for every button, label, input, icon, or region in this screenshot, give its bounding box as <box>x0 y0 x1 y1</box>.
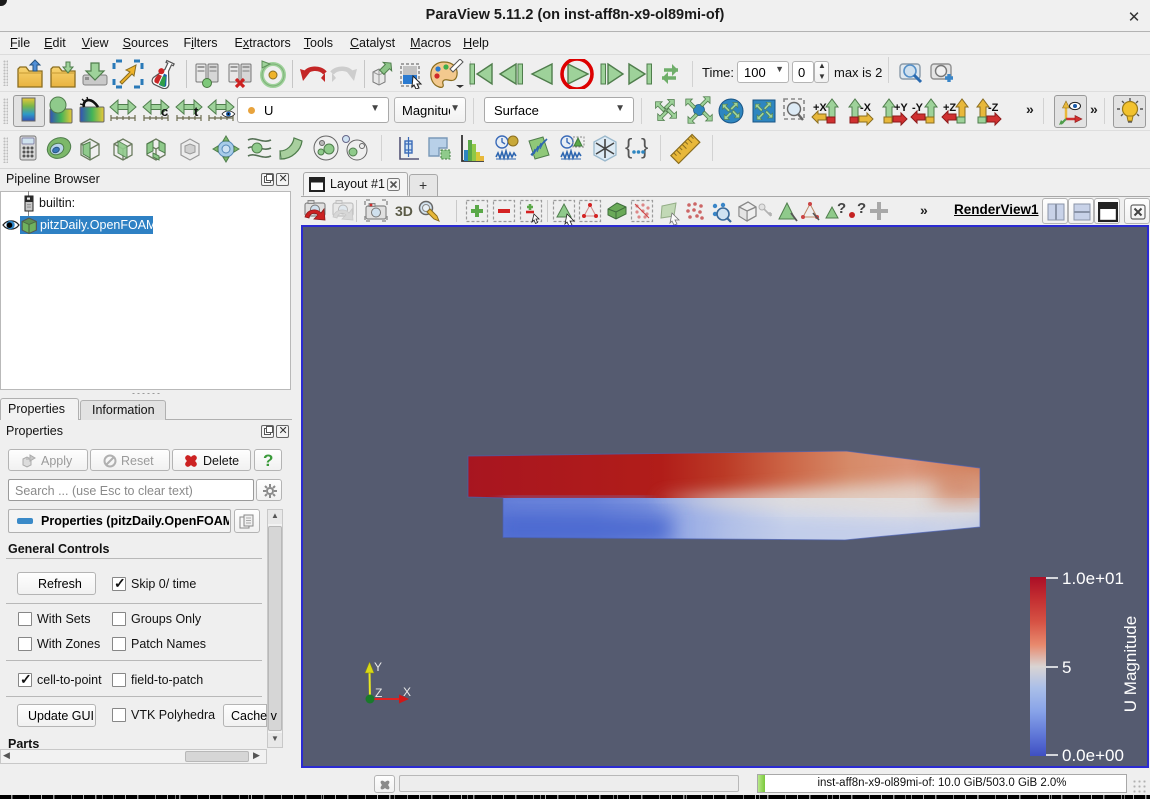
svg-text:{: { <box>625 134 632 159</box>
svg-text:3D: 3D <box>395 203 413 219</box>
svg-text:?: ? <box>837 200 846 217</box>
svg-text:1.0e+01: 1.0e+01 <box>1062 569 1124 588</box>
svg-text:-Z: -Z <box>988 102 999 114</box>
svg-text:Y: Y <box>374 660 382 674</box>
svg-text:}: } <box>641 134 648 159</box>
svg-text:t: t <box>194 104 199 119</box>
svg-text:+Z: +Z <box>943 102 956 114</box>
svg-text:-Y: -Y <box>912 102 924 114</box>
svg-text:+Y: +Y <box>894 102 908 114</box>
svg-text:c: c <box>161 104 168 119</box>
svg-text:0.0e+00: 0.0e+00 <box>1062 746 1124 765</box>
svg-text:X: X <box>403 685 411 699</box>
svg-text:U Magnitude: U Magnitude <box>1121 616 1140 712</box>
svg-text:5: 5 <box>1062 658 1071 677</box>
svg-text:?: ? <box>857 200 866 217</box>
svg-text:-X: -X <box>860 102 872 114</box>
svg-text:Z: Z <box>375 686 382 700</box>
svg-text:+X: +X <box>813 102 827 114</box>
